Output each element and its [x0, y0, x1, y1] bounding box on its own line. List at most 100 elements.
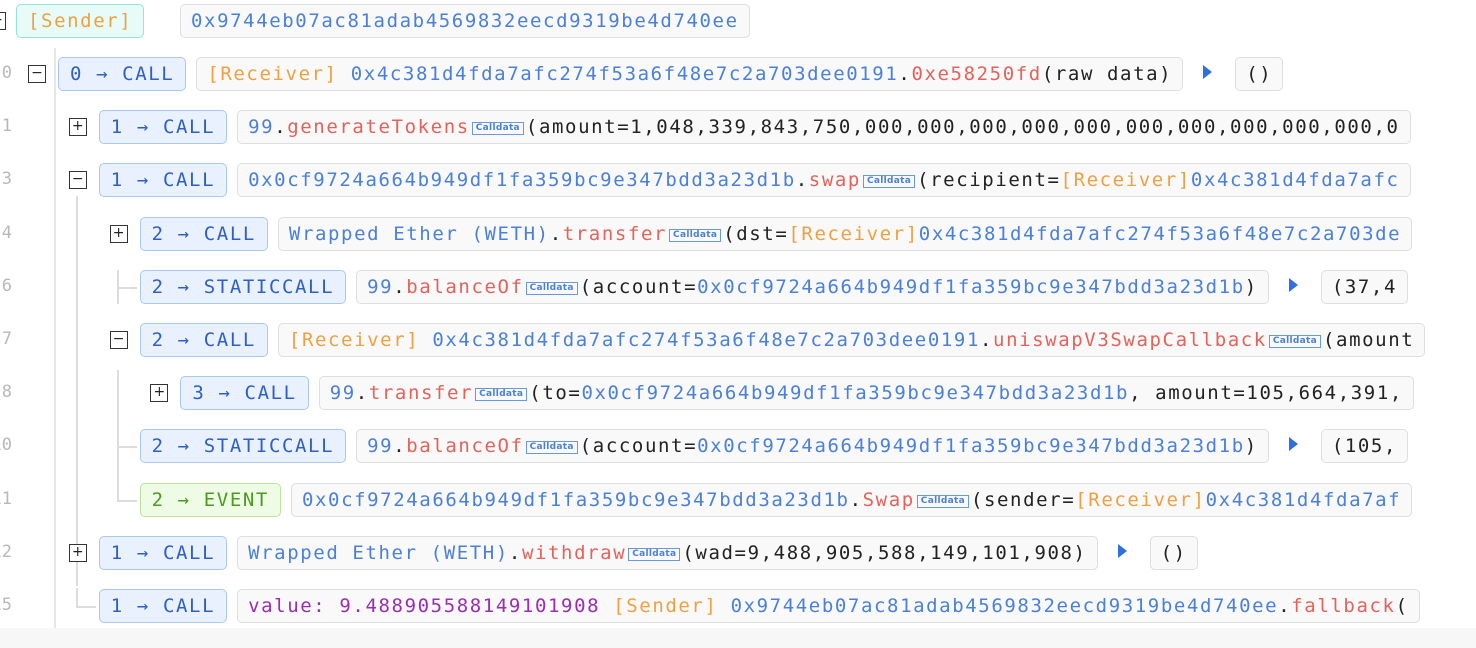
- args-text: (to=: [529, 382, 582, 405]
- calldata-icon[interactable]: Calldata: [525, 281, 578, 295]
- call-type-badge[interactable]: 1 → CALL: [98, 589, 228, 623]
- function-name: transfer: [562, 222, 668, 245]
- return-value[interactable]: (105,: [1320, 429, 1409, 464]
- address-text: 0x0cf9724a664b949df1fa359bc9e347bdd3a23d…: [697, 275, 1245, 298]
- function-name: generateTokens: [287, 116, 470, 139]
- function-name: transfer: [368, 382, 474, 405]
- collapse-toggle[interactable]: −: [28, 65, 46, 83]
- expand-output-arrow-icon[interactable]: [1288, 437, 1298, 452]
- line-number: 6: [1, 275, 12, 296]
- line-number: 7: [1, 329, 12, 349]
- args-text: .: [849, 488, 863, 511]
- call-detail[interactable]: 0x0cf9724a664b949df1fa359bc9e347bdd3a23d…: [237, 163, 1411, 198]
- call-type-badge[interactable]: 1 → CALL: [98, 535, 228, 570]
- expand-output-arrow-icon[interactable]: [1117, 543, 1127, 558]
- args-text: .: [898, 63, 912, 85]
- address-text: 0x4c381d4fda7afc: [1190, 169, 1400, 192]
- call-detail[interactable]: 99.balanceOf Calldata (account=0x0cf9724a6…: [356, 429, 1269, 464]
- tree-guide-line: [117, 370, 119, 502]
- address-text: Wrapped Ether (WETH): [248, 541, 509, 564]
- args-text: (sender=: [970, 488, 1076, 511]
- address-text: 0x0cf9724a664b949df1fa359bc9e347bdd3a23d…: [581, 382, 1130, 405]
- function-name: withdraw: [521, 541, 627, 564]
- line-number: 12: [0, 541, 12, 562]
- calldata-icon[interactable]: Calldata: [628, 547, 681, 561]
- event-badge[interactable]: 2 → EVENT: [139, 482, 281, 517]
- tree-guide-line: [117, 446, 137, 448]
- tree-guide-line: [117, 287, 137, 289]
- call-detail[interactable]: 99.balanceOf Calldata (account=0x0cf9724a6…: [356, 269, 1269, 304]
- args-text: .: [979, 329, 994, 351]
- call-type-badge[interactable]: 1 → CALL: [98, 110, 228, 145]
- sender-badge: [Sender]: [16, 4, 145, 38]
- call-detail[interactable]: [Receiver] 0x4c381d4fda7afc274f53a6f48e7…: [277, 323, 1426, 357]
- call-detail[interactable]: [Receiver] 0x4c381d4fda7afc274f53a6f48e7…: [196, 57, 1184, 91]
- calldata-icon[interactable]: Calldata: [471, 122, 524, 136]
- args-text: .: [508, 541, 522, 564]
- tree-guide-line: [76, 606, 96, 608]
- address-label: [Receiver]: [288, 329, 433, 351]
- expand-toggle[interactable]: +: [109, 224, 128, 243]
- args-text: .: [1278, 595, 1292, 617]
- collapse-toggle[interactable]: −: [109, 331, 128, 349]
- line-number: 15: [0, 595, 12, 615]
- call-detail[interactable]: 99.generateTokens Calldata (amount=1,048,3…: [237, 110, 1411, 145]
- line-number: 11: [0, 488, 12, 509]
- expand-output-arrow-icon[interactable]: [1288, 277, 1298, 292]
- call-detail[interactable]: 0x0cf9724a664b949df1fa359bc9e347bdd3a23d…: [290, 482, 1413, 517]
- address-text: 0x4c381d4fda7af: [1205, 488, 1402, 511]
- expand-toggle[interactable]: +: [68, 118, 87, 137]
- call-type-badge[interactable]: 0 → CALL: [58, 57, 187, 91]
- sender-address[interactable]: 0x9744eb07ac81adab4569832eecd9319be4d740…: [180, 4, 750, 38]
- call-type-badge[interactable]: 2 → STATICCALL: [139, 429, 347, 464]
- collapse-toggle[interactable]: −: [0, 12, 6, 30]
- args-text: .: [355, 382, 369, 405]
- address-label: [Sender]: [613, 595, 731, 617]
- expand-output-arrow-icon[interactable]: [1203, 65, 1213, 79]
- line-number: 3: [1, 169, 12, 190]
- args-text: (account=: [579, 435, 698, 458]
- call-type-badge[interactable]: 2 → STATICCALL: [139, 269, 347, 304]
- calldata-icon[interactable]: Calldata: [475, 388, 528, 402]
- return-value[interactable]: (): [1235, 57, 1284, 91]
- line-number: 4: [1, 222, 12, 243]
- calldata-icon[interactable]: Calldata: [669, 228, 722, 242]
- value-text: value: 9.488905588149101908: [248, 595, 614, 617]
- args-text: ): [1244, 275, 1258, 298]
- args-text: (: [1395, 595, 1409, 617]
- address-label: [Receiver]: [1060, 169, 1191, 192]
- args-text: .: [274, 116, 288, 139]
- line-number: 0: [1, 63, 12, 83]
- call-type-badge[interactable]: 3 → CALL: [180, 376, 309, 411]
- calldata-icon[interactable]: Calldata: [916, 494, 969, 508]
- call-type-badge[interactable]: 2 → CALL: [139, 323, 268, 357]
- address-text: 0x9744eb07ac81adab4569832eecd9319be4d740…: [730, 595, 1279, 617]
- args-text: .: [795, 169, 809, 192]
- function-name: 0xe58250fd: [911, 63, 1042, 85]
- return-value[interactable]: (): [1149, 535, 1198, 570]
- expand-toggle[interactable]: +: [68, 543, 87, 562]
- address-text: 99: [367, 435, 394, 458]
- function-name: balanceOf: [406, 435, 524, 458]
- calldata-icon[interactable]: Calldata: [1268, 335, 1321, 348]
- call-type-badge[interactable]: 1 → CALL: [98, 163, 228, 198]
- call-detail[interactable]: value: 9.488905588149101908 [Sender] 0x9…: [237, 589, 1420, 623]
- address-text: 99: [329, 382, 356, 405]
- address-text: 0x4c381d4fda7afc274f53a6f48e7c2a703de: [918, 222, 1402, 245]
- args-text: (amount=1,048,339,843,750,000,000,000,00…: [525, 116, 1400, 139]
- call-type-badge[interactable]: 2 → CALL: [139, 216, 268, 251]
- function-name: fallback: [1291, 595, 1396, 617]
- return-value[interactable]: (37,4: [1320, 269, 1409, 304]
- call-detail[interactable]: 99.transfer Calldata (to=0x0cf9724a664b949…: [318, 376, 1414, 411]
- collapse-toggle[interactable]: −: [68, 171, 87, 190]
- call-detail[interactable]: Wrapped Ether (WETH).withdraw Calldata (wa…: [237, 535, 1098, 570]
- address-text: 0x0cf9724a664b949df1fa359bc9e347bdd3a23d…: [248, 169, 796, 192]
- calldata-icon[interactable]: Calldata: [525, 441, 578, 455]
- args-text: (raw data): [1041, 63, 1173, 85]
- call-detail[interactable]: Wrapped Ether (WETH).transfer Calldata (ds…: [277, 216, 1413, 251]
- address-text: 0x0cf9724a664b949df1fa359bc9e347bdd3a23d…: [697, 435, 1245, 458]
- args-text: .: [549, 222, 563, 245]
- args-text: (dst=: [723, 222, 789, 245]
- expand-toggle[interactable]: +: [150, 384, 169, 403]
- calldata-icon[interactable]: Calldata: [862, 175, 916, 189]
